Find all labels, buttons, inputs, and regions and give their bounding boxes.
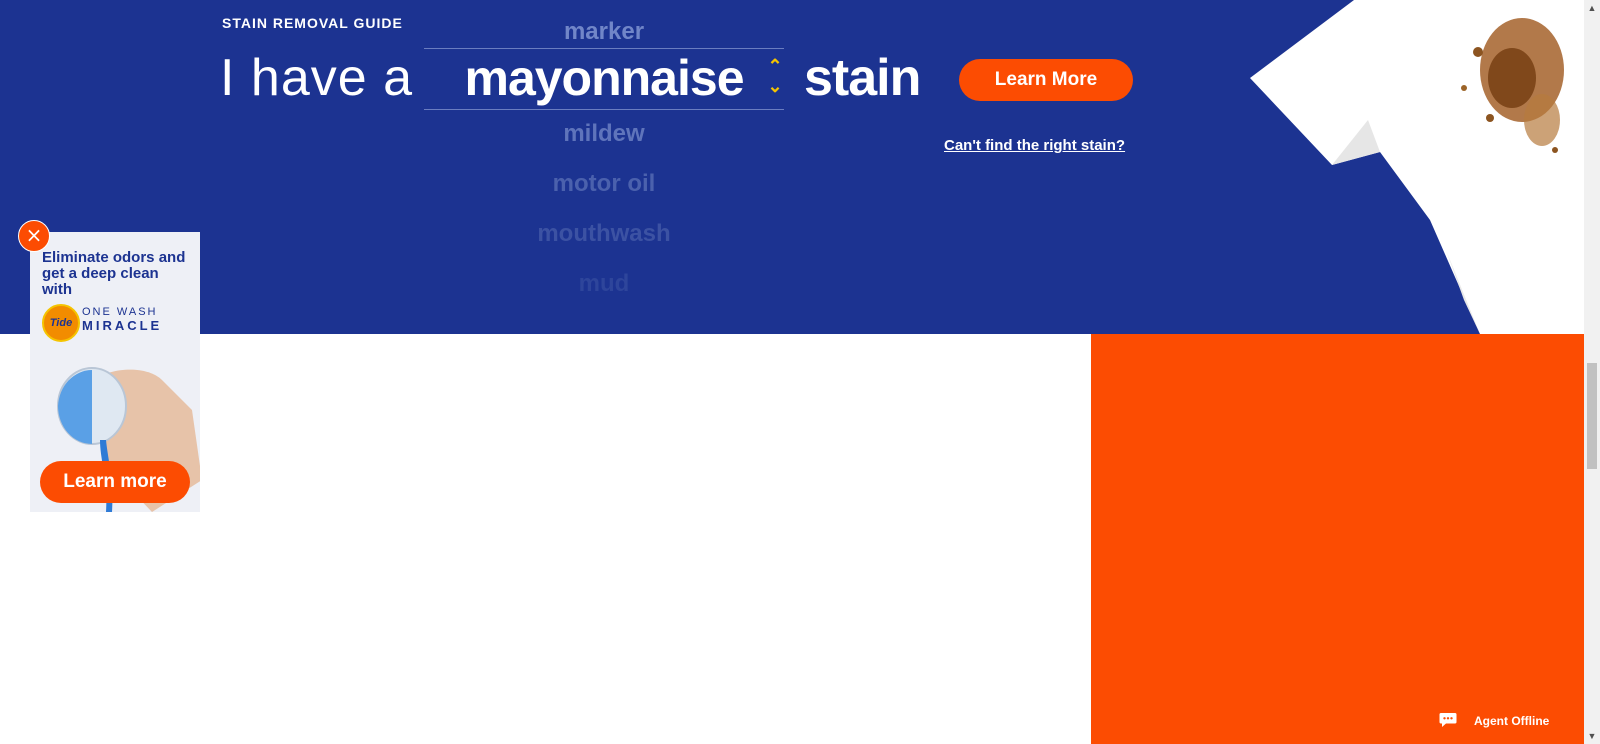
ad-brand-line2: MIRACLE (82, 318, 163, 333)
ad-brand-line1: ONE WASH (82, 306, 158, 318)
learn-more-button[interactable]: Learn More (959, 59, 1133, 101)
chevron-up-icon[interactable]: ⌃ (764, 56, 786, 76)
stain-picker[interactable]: marker mayonnaise mildew motor oil mouth… (424, 0, 784, 334)
chevron-down-icon[interactable]: ⌄ (764, 76, 786, 96)
picker-option-motor-oil[interactable]: motor oil (424, 170, 784, 198)
picker-selected-value[interactable]: mayonnaise (424, 48, 784, 108)
picker-stepper[interactable]: ⌃ ⌄ (764, 56, 786, 100)
picker-option-marker[interactable]: marker (424, 18, 784, 46)
ad-headline: Eliminate odors and get a deep clean wit… (42, 249, 186, 298)
scroll-thumb[interactable] (1587, 363, 1597, 469)
picker-option-mud[interactable]: mud (424, 270, 784, 298)
sentence-suffix: stain (804, 49, 921, 107)
ad-learn-more-button[interactable]: Learn more (40, 461, 190, 503)
page-scrollbar[interactable]: ▲ ▼ (1584, 0, 1600, 744)
orange-promo-block (1091, 334, 1584, 744)
picker-option-mouthwash[interactable]: mouthwash (424, 220, 784, 248)
stained-shirt-image (1250, 0, 1584, 334)
scroll-up-arrow-icon[interactable]: ▲ (1584, 0, 1600, 16)
scroll-down-arrow-icon[interactable]: ▼ (1584, 728, 1600, 744)
section-eyebrow: STAIN REMOVAL GUIDE (222, 15, 403, 31)
tide-logo: Tide (42, 304, 80, 342)
close-icon[interactable]: × (18, 220, 50, 252)
sentence-prefix: I have a (220, 49, 414, 107)
cant-find-stain-link[interactable]: Can't find the right stain? (944, 137, 1125, 154)
live-chat-widget[interactable]: Agent Offline (1425, 698, 1571, 744)
picker-option-mildew[interactable]: mildew (424, 120, 784, 148)
tide-ad[interactable]: Eliminate odors and get a deep clean wit… (30, 232, 200, 512)
chat-status-label: Agent Offline (1474, 714, 1550, 728)
chat-bubble-icon (1439, 713, 1457, 727)
stain-guide-hero: STAIN REMOVAL GUIDE I have a marker mayo… (0, 0, 1584, 334)
